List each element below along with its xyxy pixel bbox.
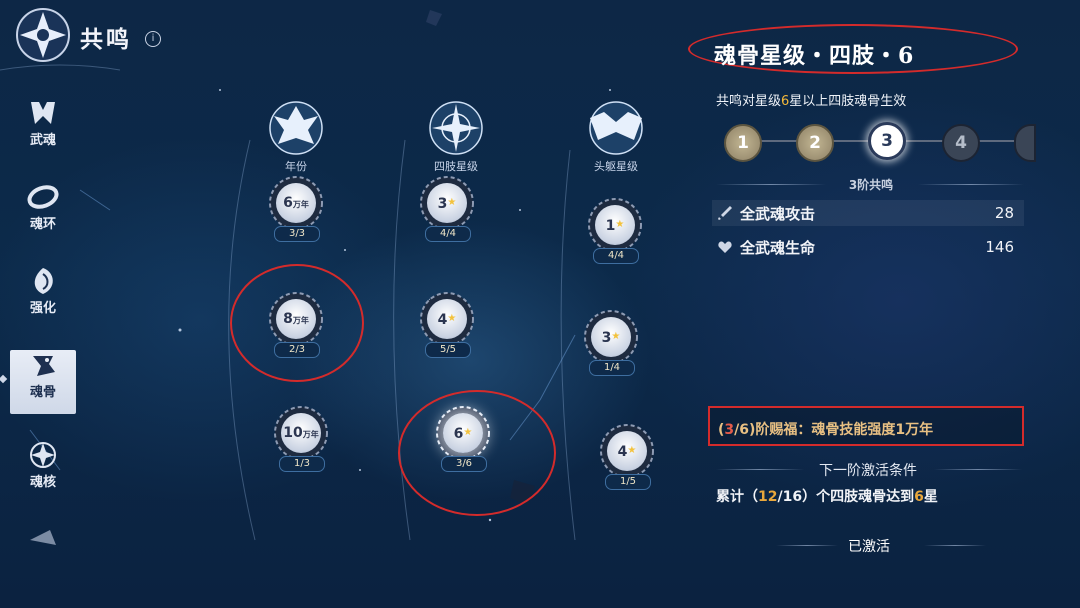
stat-label: 全武魂攻击 — [740, 205, 816, 223]
node-head-star-1[interactable]: 1★ 4/4 — [580, 190, 650, 264]
node-unit: 万年 — [302, 430, 319, 439]
node-unit: 万年 — [292, 200, 309, 209]
next-tier-title: 下一阶激活条件 — [819, 463, 917, 479]
head-star-emblem-icon — [589, 101, 643, 155]
node-count: 1/4 — [589, 360, 635, 376]
node-value: 4 — [437, 312, 448, 328]
node-year-6[interactable]: 6万年 3/3 — [261, 168, 331, 242]
sidebar-item-soul-ring[interactable]: 魂环 — [10, 182, 76, 246]
node-count: 1/3 — [279, 456, 325, 472]
sidebar-item-soul-core[interactable]: 魂核 — [10, 440, 76, 504]
column-label: 头躯星级 — [594, 160, 638, 173]
tier-button-3[interactable]: 3 — [868, 122, 906, 160]
column-header-limb-star: 四肢星级 — [416, 98, 496, 174]
sidebar-item-label: 魂核 — [29, 475, 56, 490]
node-value: 10 — [283, 425, 303, 441]
stat-value: 146 — [985, 238, 1014, 256]
page-title: 共鸣 — [80, 27, 132, 53]
node-head-star-3[interactable]: 3★ 1/4 — [576, 302, 646, 376]
panel-description: 共鸣对星级6星以上四肢魂骨生效 — [716, 94, 907, 109]
enhance-icon — [34, 268, 53, 294]
sidebar-item-soul-bone[interactable]: 魂骨 — [10, 350, 76, 414]
martial-soul-icon — [31, 102, 55, 124]
sword-icon — [718, 206, 732, 220]
star-icon: ★ — [627, 445, 637, 456]
star-icon: ★ — [611, 331, 621, 342]
sidebar-item-label: 武魂 — [29, 133, 56, 148]
star-icon: ★ — [615, 219, 625, 230]
node-count: 4/4 — [593, 248, 639, 264]
star-icon: ★ — [447, 197, 457, 208]
node-count: 1/5 — [605, 474, 651, 490]
node-head-star-4[interactable]: 4★ 1/5 — [592, 416, 662, 490]
soul-ring-icon — [27, 185, 59, 209]
soul-core-icon — [30, 442, 56, 468]
tier-button-1[interactable]: 1 — [724, 124, 762, 162]
column-header-year: 年份 — [256, 98, 336, 174]
node-value: 3 — [437, 196, 448, 212]
bonus-text: (3/6)阶赐福：魂骨技能强度1万年 — [718, 422, 934, 438]
stat-row-health: 全武魂生命 146 — [712, 234, 1024, 260]
year-emblem-icon — [269, 101, 323, 155]
node-count: 3/3 — [274, 226, 320, 242]
limb-star-emblem-icon — [429, 101, 483, 155]
node-value: 3 — [601, 330, 612, 346]
column-header-head-star: 头躯星级 — [576, 98, 656, 174]
panel-title: 魂骨星级・四肢・6 — [714, 43, 915, 69]
annotation-circle — [230, 264, 364, 382]
node-value: 4 — [617, 444, 628, 460]
background-decoration — [0, 10, 611, 545]
node-count: 5/5 — [425, 342, 471, 358]
node-limb-star-3[interactable]: 3★ 4/4 — [412, 168, 482, 242]
node-count: 4/4 — [425, 226, 471, 242]
next-tier-requirement: 累计（12/16）个四肢魂骨达到6星 — [716, 489, 938, 505]
sidebar-item-label: 强化 — [29, 301, 56, 316]
soul-bone-icon — [33, 356, 55, 376]
sidebar-item-label: 魂环 — [29, 217, 56, 232]
star-icon: ★ — [447, 313, 457, 324]
annotation-circle — [398, 390, 556, 516]
tier-button-5-partial[interactable] — [1014, 124, 1036, 162]
node-value: 6 — [283, 195, 293, 211]
stat-value: 28 — [994, 204, 1014, 222]
app-logo — [14, 6, 72, 64]
tier-button-4[interactable]: 4 — [942, 124, 980, 162]
stat-label: 全武魂生命 — [740, 239, 816, 257]
sidebar-item-label: 魂骨 — [29, 385, 56, 400]
sidebar-item-enhance[interactable]: 强化 — [10, 266, 76, 330]
activation-status: 已激活 — [848, 539, 890, 555]
heart-icon — [718, 241, 732, 253]
node-value: 1 — [605, 218, 616, 234]
stat-row-attack: 全武魂攻击 28 — [712, 200, 1024, 226]
tier-button-2[interactable]: 2 — [796, 124, 834, 162]
bonus-box: (3/6)阶赐福：魂骨技能强度1万年 — [708, 406, 1024, 446]
sidebar-item-martial-soul[interactable]: 武魂 — [10, 98, 76, 162]
node-limb-star-4[interactable]: 4★ 5/5 — [412, 284, 482, 358]
node-year-10[interactable]: 10万年 1/3 — [266, 398, 336, 472]
tier-name: 3阶共鸣 — [848, 178, 894, 192]
info-icon[interactable]: i — [145, 31, 161, 47]
